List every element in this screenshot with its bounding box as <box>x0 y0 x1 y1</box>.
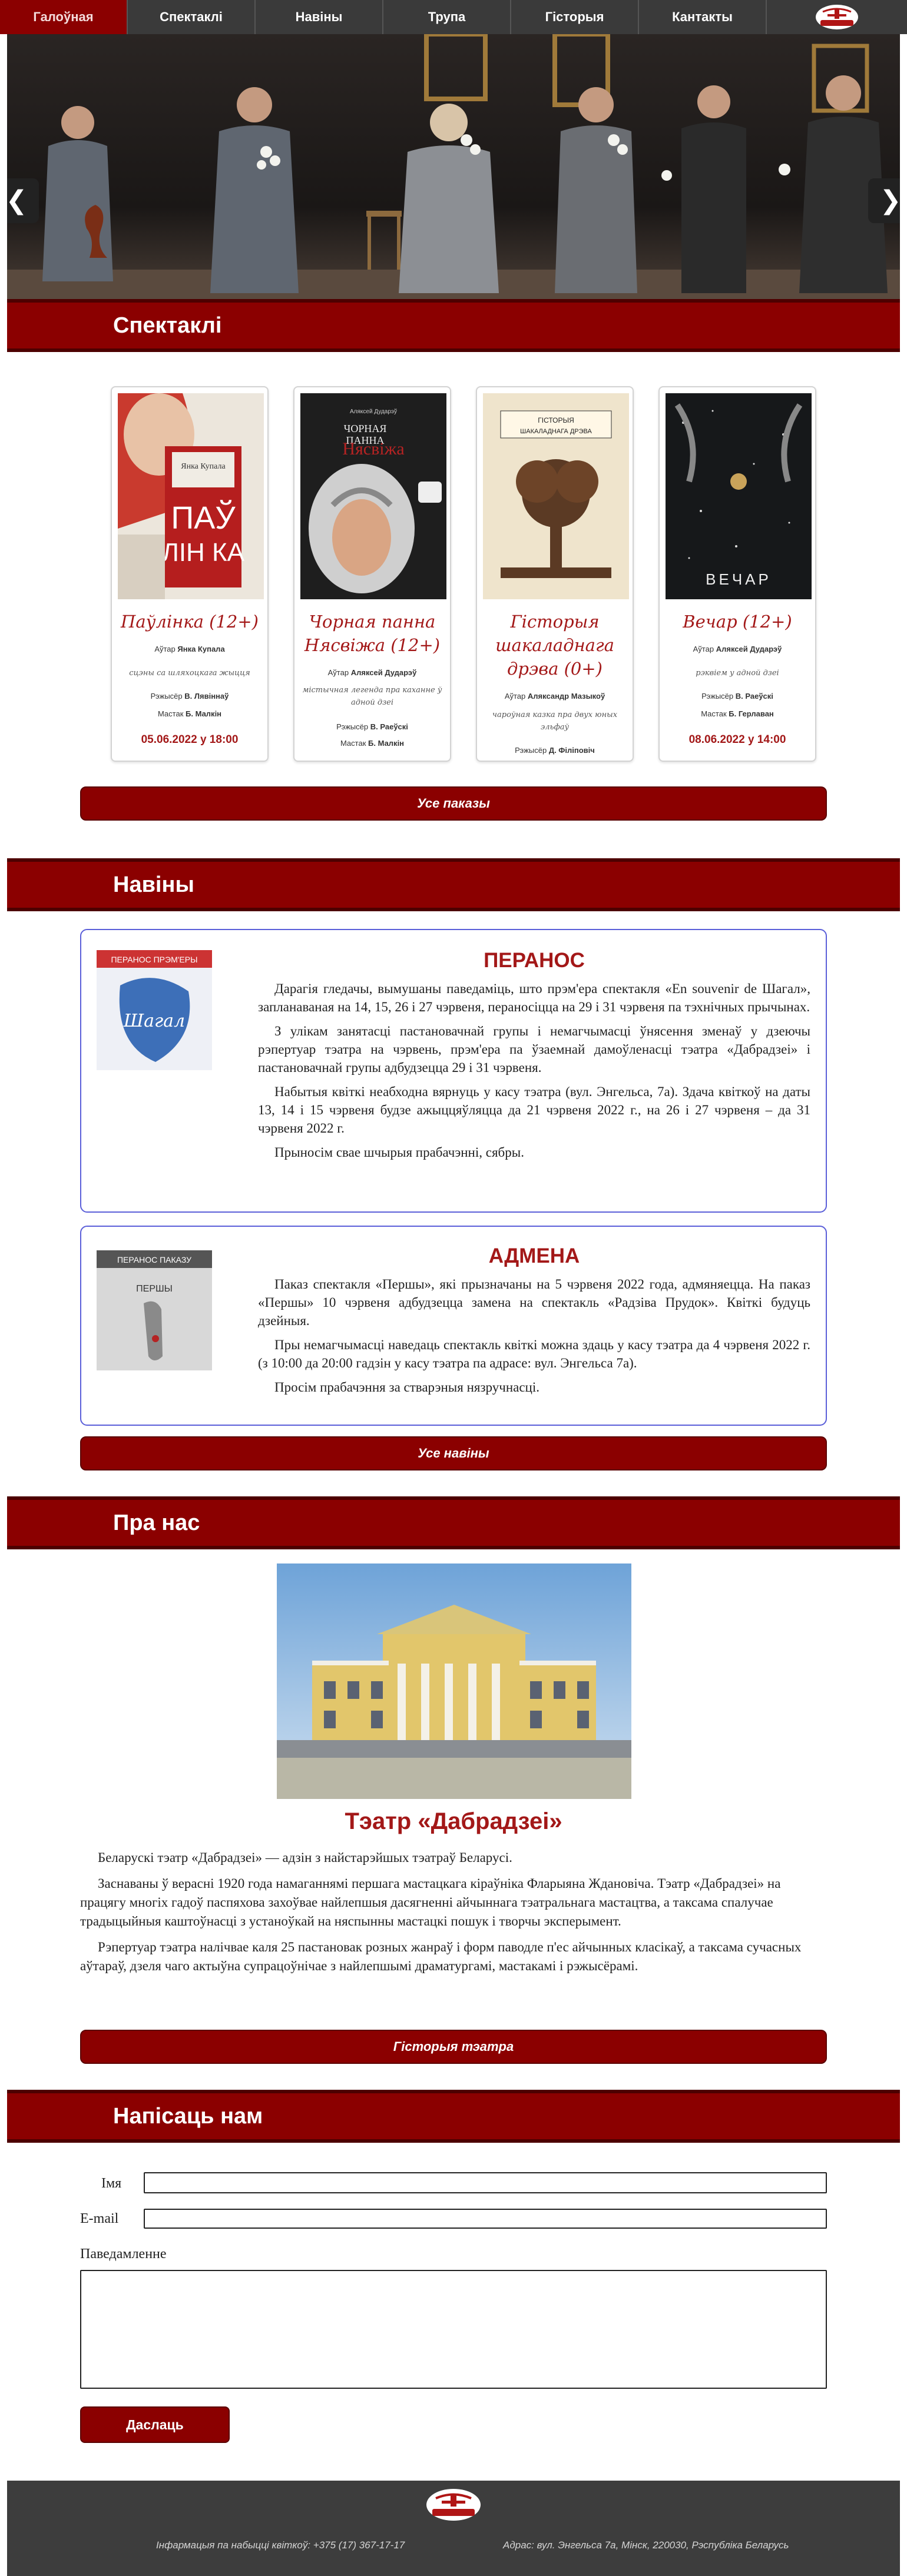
nav-item-contacts[interactable]: Кантакты <box>639 0 767 34</box>
about-paragraph: Заснаваны ў верасні 1920 года намаганням… <box>80 1876 781 1928</box>
section-title: Навіны <box>113 872 194 897</box>
section-banner-contact: Напісаць нам <box>7 2090 900 2143</box>
about-paragraph: Беларускі тэатр «Дабрадзеі» — адзін з на… <box>98 1850 512 1865</box>
nav-item-troupe[interactable]: Трупа <box>383 0 511 34</box>
performance-poster: ВЕЧАР <box>666 393 812 599</box>
svg-text:ПЕРАНОС ПАКАЗУ: ПЕРАНОС ПАКАЗУ <box>117 1255 191 1264</box>
news-paragraph: Паказ спектакля «Першы», які прызначаны … <box>258 1277 810 1328</box>
performance-genre: рэквіем у адной дзеі <box>696 669 779 678</box>
performance-author: Аўтар Аляксей Дударэў <box>693 645 782 653</box>
news-title[interactable]: АДМЕНА <box>258 1244 810 1268</box>
send-button[interactable]: Даслаць <box>80 2406 230 2443</box>
name-label: Імя <box>101 2176 122 2191</box>
section-banner-performances: Спектаклі <box>7 299 900 352</box>
performance-title[interactable]: Гісторыя шакаладнага дрэва (0+) <box>482 610 628 680</box>
news-paragraph: Пры немагчымасці наведаць спектакль квіт… <box>258 1337 810 1370</box>
performance-poster: ГІСТОРЫЯ ШАКАЛАДНАГА ДРЭВА <box>483 393 629 599</box>
performance-date: 05.06.2022 у 18:00 <box>141 733 239 746</box>
svg-text:ПЕРШЫ: ПЕРШЫ <box>136 1284 173 1294</box>
performance-genre: містычная легенда пра каханне ў адной дз… <box>302 686 442 707</box>
all-news-button[interactable]: Усе навіны <box>80 1436 827 1470</box>
email-label: E-mail <box>80 2211 119 2226</box>
nav-item-news[interactable]: Навіны <box>256 0 383 34</box>
svg-text:Аляксей Дударэў: Аляксей Дударэў <box>350 408 397 415</box>
performance-genre: чароўная казка пра двух юных эльфаў <box>492 711 618 732</box>
theatre-logo-icon <box>816 5 858 29</box>
email-input[interactable] <box>144 2209 827 2229</box>
news-body: Паказ спектакля «Першы», які прызначаны … <box>258 1275 810 1402</box>
performance-artist: Мастак Б. Малкін <box>340 739 405 748</box>
news-body: Дарагія гледачы, вымушаны паведаміць, шт… <box>258 980 810 1167</box>
news-thumbnail[interactable]: ПЕРАНОС ПАКАЗУ ПЕРШЫ <box>97 1250 212 1370</box>
theatre-history-button[interactable]: Гісторыя тэатра <box>80 2030 827 2064</box>
svg-text:Янка Купала: Янка Купала <box>181 462 226 471</box>
message-label: Паведамленне <box>80 2246 167 2262</box>
svg-text:ПАЎ: ПАЎ <box>171 500 236 536</box>
performance-title[interactable]: Чорная панна Нясвіжа (12+) <box>299 610 445 657</box>
news-item: ПЕРАНОС ПАКАЗУ ПЕРШЫ АДМЕНА Паказ спекта… <box>80 1226 827 1426</box>
performance-card[interactable]: Янка Купала ПАЎ ЛІН КА Паўлінка (12+) Аў… <box>111 386 269 762</box>
section-title: Пра нас <box>113 1511 200 1535</box>
footer-logo[interactable] <box>425 2488 482 2525</box>
svg-text:ПЕРАНОС ПРЭМ'ЕРЫ: ПЕРАНОС ПРЭМ'ЕРЫ <box>111 955 197 964</box>
all-shows-button[interactable]: Усе паказы <box>80 786 827 821</box>
footer-address: Адрас: вул. Энгельса 7а, Мінск, 220030, … <box>503 2540 789 2551</box>
svg-text:ГІСТОРЫЯ: ГІСТОРЫЯ <box>538 416 574 424</box>
performance-date: 08.06.2022 у 14:00 <box>688 733 786 746</box>
performance-card[interactable]: ГІСТОРЫЯ ШАКАЛАДНАГА ДРЭВА Гісторыя шака… <box>476 386 634 762</box>
performance-author: Аўтар Янка Купала <box>154 645 225 653</box>
message-textarea[interactable] <box>80 2270 827 2389</box>
theatre-logo[interactable] <box>767 0 907 34</box>
about-text: Беларускі тэатр «Дабрадзеі» — адзін з на… <box>80 1848 827 1983</box>
section-title: Спектаклі <box>113 313 222 338</box>
performance-poster: Янка Купала ПАЎ ЛІН КА <box>118 393 264 599</box>
performance-artist: Мастак Б. Герлаван <box>701 709 774 718</box>
svg-text:ЧОРНАЯ: ЧОРНАЯ <box>344 423 387 434</box>
section-title: Напісаць нам <box>113 2104 263 2129</box>
hero-slider: ❮ ❯ <box>7 34 900 300</box>
svg-text:Шагал: Шагал <box>123 1011 185 1031</box>
performance-director: Рэжысёр В. Лявіннаў <box>150 692 229 701</box>
nav-item-home[interactable]: Галоўная <box>0 0 128 34</box>
top-navigation: Галоўная Спектаклі Навіны Трупа Гісторыя… <box>0 0 907 34</box>
news-thumbnail[interactable]: ПЕРАНОС ПРЭМ'ЕРЫ Шагал <box>97 950 212 1070</box>
footer-tickets-info: Інфармацыя па набыцці квіткоў: +375 (17)… <box>156 2540 405 2551</box>
performance-card[interactable]: ВЕЧАР Вечар (12+) Аўтар Аляксей Дударэў … <box>658 386 816 762</box>
svg-text:ШАКАЛАДНАГА ДРЭВА: ШАКАЛАДНАГА ДРЭВА <box>520 428 592 435</box>
name-input[interactable] <box>144 2172 827 2193</box>
performance-director: Рэжысёр В. Раеўскі <box>336 722 408 731</box>
hero-prev-button[interactable]: ❮ <box>7 178 39 223</box>
theatre-logo-icon <box>426 2489 481 2521</box>
footer: Інфармацыя па набыцці квіткоў: +375 (17)… <box>7 2481 900 2576</box>
svg-text:Нясвіжа: Нясвіжа <box>342 439 404 459</box>
performance-author: Аўтар Аляксандр Мазыкоў <box>504 692 605 701</box>
hero-next-button[interactable]: ❯ <box>868 178 900 223</box>
news-paragraph: Просім прабачэння за стварэныя нязручнас… <box>274 1380 539 1395</box>
news-item: ПЕРАНОС ПРЭМ'ЕРЫ Шагал ПЕРАНОС Дарагія г… <box>80 929 827 1213</box>
performance-title[interactable]: Паўлінка (12+) <box>117 610 263 633</box>
performance-poster: Аляксей Дударэў ЧОРНАЯ ПАННА Нясвіжа <box>300 393 446 599</box>
performance-title[interactable]: Вечар (12+) <box>664 610 810 633</box>
nav-item-history[interactable]: Гісторыя <box>511 0 639 34</box>
news-paragraph: Набытыя квіткі неабходна вярнуць у касу … <box>258 1084 810 1136</box>
about-paragraph: Рэпертуар тэатра налічвае каля 25 пастан… <box>80 1940 802 1973</box>
performance-artist: Мастак Б. Малкін <box>157 709 222 718</box>
performance-genre: сцэны са шляхоцкага жыцця <box>129 669 250 678</box>
news-paragraph: З улікам занятасці пастановачнай групы і… <box>258 1024 810 1075</box>
nav-item-performances[interactable]: Спектаклі <box>128 0 256 34</box>
svg-text:ЛІН КА: ЛІН КА <box>162 538 245 567</box>
news-paragraph: Дарагія гледачы, вымушаны паведаміць, шт… <box>258 981 810 1014</box>
performance-card[interactable]: Аляксей Дударэў ЧОРНАЯ ПАННА Нясвіжа Чор… <box>293 386 451 762</box>
news-title[interactable]: ПЕРАНОС <box>258 949 810 972</box>
performance-director: Рэжысёр Д. Філіповіч <box>515 746 595 755</box>
about-title: Тэатр «Дабрадзеі» <box>345 1808 562 1834</box>
performance-author: Аўтар Аляксей Дударэў <box>327 668 417 677</box>
section-banner-about: Пра нас <box>7 1496 900 1549</box>
svg-text:ВЕЧАР: ВЕЧАР <box>706 570 772 588</box>
theatre-building-photo <box>277 1563 631 1799</box>
news-paragraph: Прыносім свае шчырыя прабачэнні, сябры. <box>274 1145 524 1160</box>
section-banner-news: Навіны <box>7 858 900 911</box>
hero-photo <box>7 34 900 300</box>
performance-director: Рэжысёр В. Раеўскі <box>701 692 773 701</box>
